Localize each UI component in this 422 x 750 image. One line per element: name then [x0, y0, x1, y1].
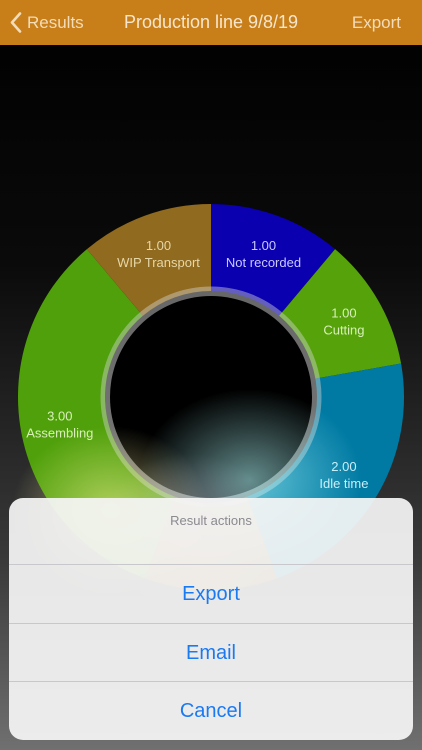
email-action-button[interactable]: Email — [9, 624, 413, 682]
export-button[interactable]: Export — [352, 0, 401, 45]
cancel-action-button[interactable]: Cancel — [9, 682, 413, 740]
donut-value-label-5: 1.00 — [146, 238, 171, 253]
donut-value-label-1: 1.00 — [331, 305, 356, 320]
donut-value-label-0: 1.00 — [251, 238, 276, 253]
donut-value-label-4: 3.00 — [47, 409, 72, 424]
donut-name-label-1: Cutting — [323, 322, 364, 337]
back-label: Results — [27, 12, 84, 32]
chevron-left-icon — [10, 12, 22, 33]
back-button[interactable]: Results — [10, 0, 84, 45]
action-sheet: Result actions Export Email Cancel — [9, 498, 413, 740]
action-sheet-title: Result actions — [9, 498, 413, 565]
donut-value-label-2: 2.00 — [331, 459, 356, 474]
donut-hole — [110, 296, 312, 498]
donut-name-label-4: Assembling — [26, 426, 93, 441]
donut-name-label-2: Idle time — [319, 476, 368, 491]
donut-name-label-5: WIP Transport — [117, 255, 200, 270]
export-action-button[interactable]: Export — [9, 565, 413, 624]
nav-bar: Results Production line 9/8/19 Export — [0, 0, 422, 45]
donut-name-label-0: Not recorded — [226, 255, 301, 270]
